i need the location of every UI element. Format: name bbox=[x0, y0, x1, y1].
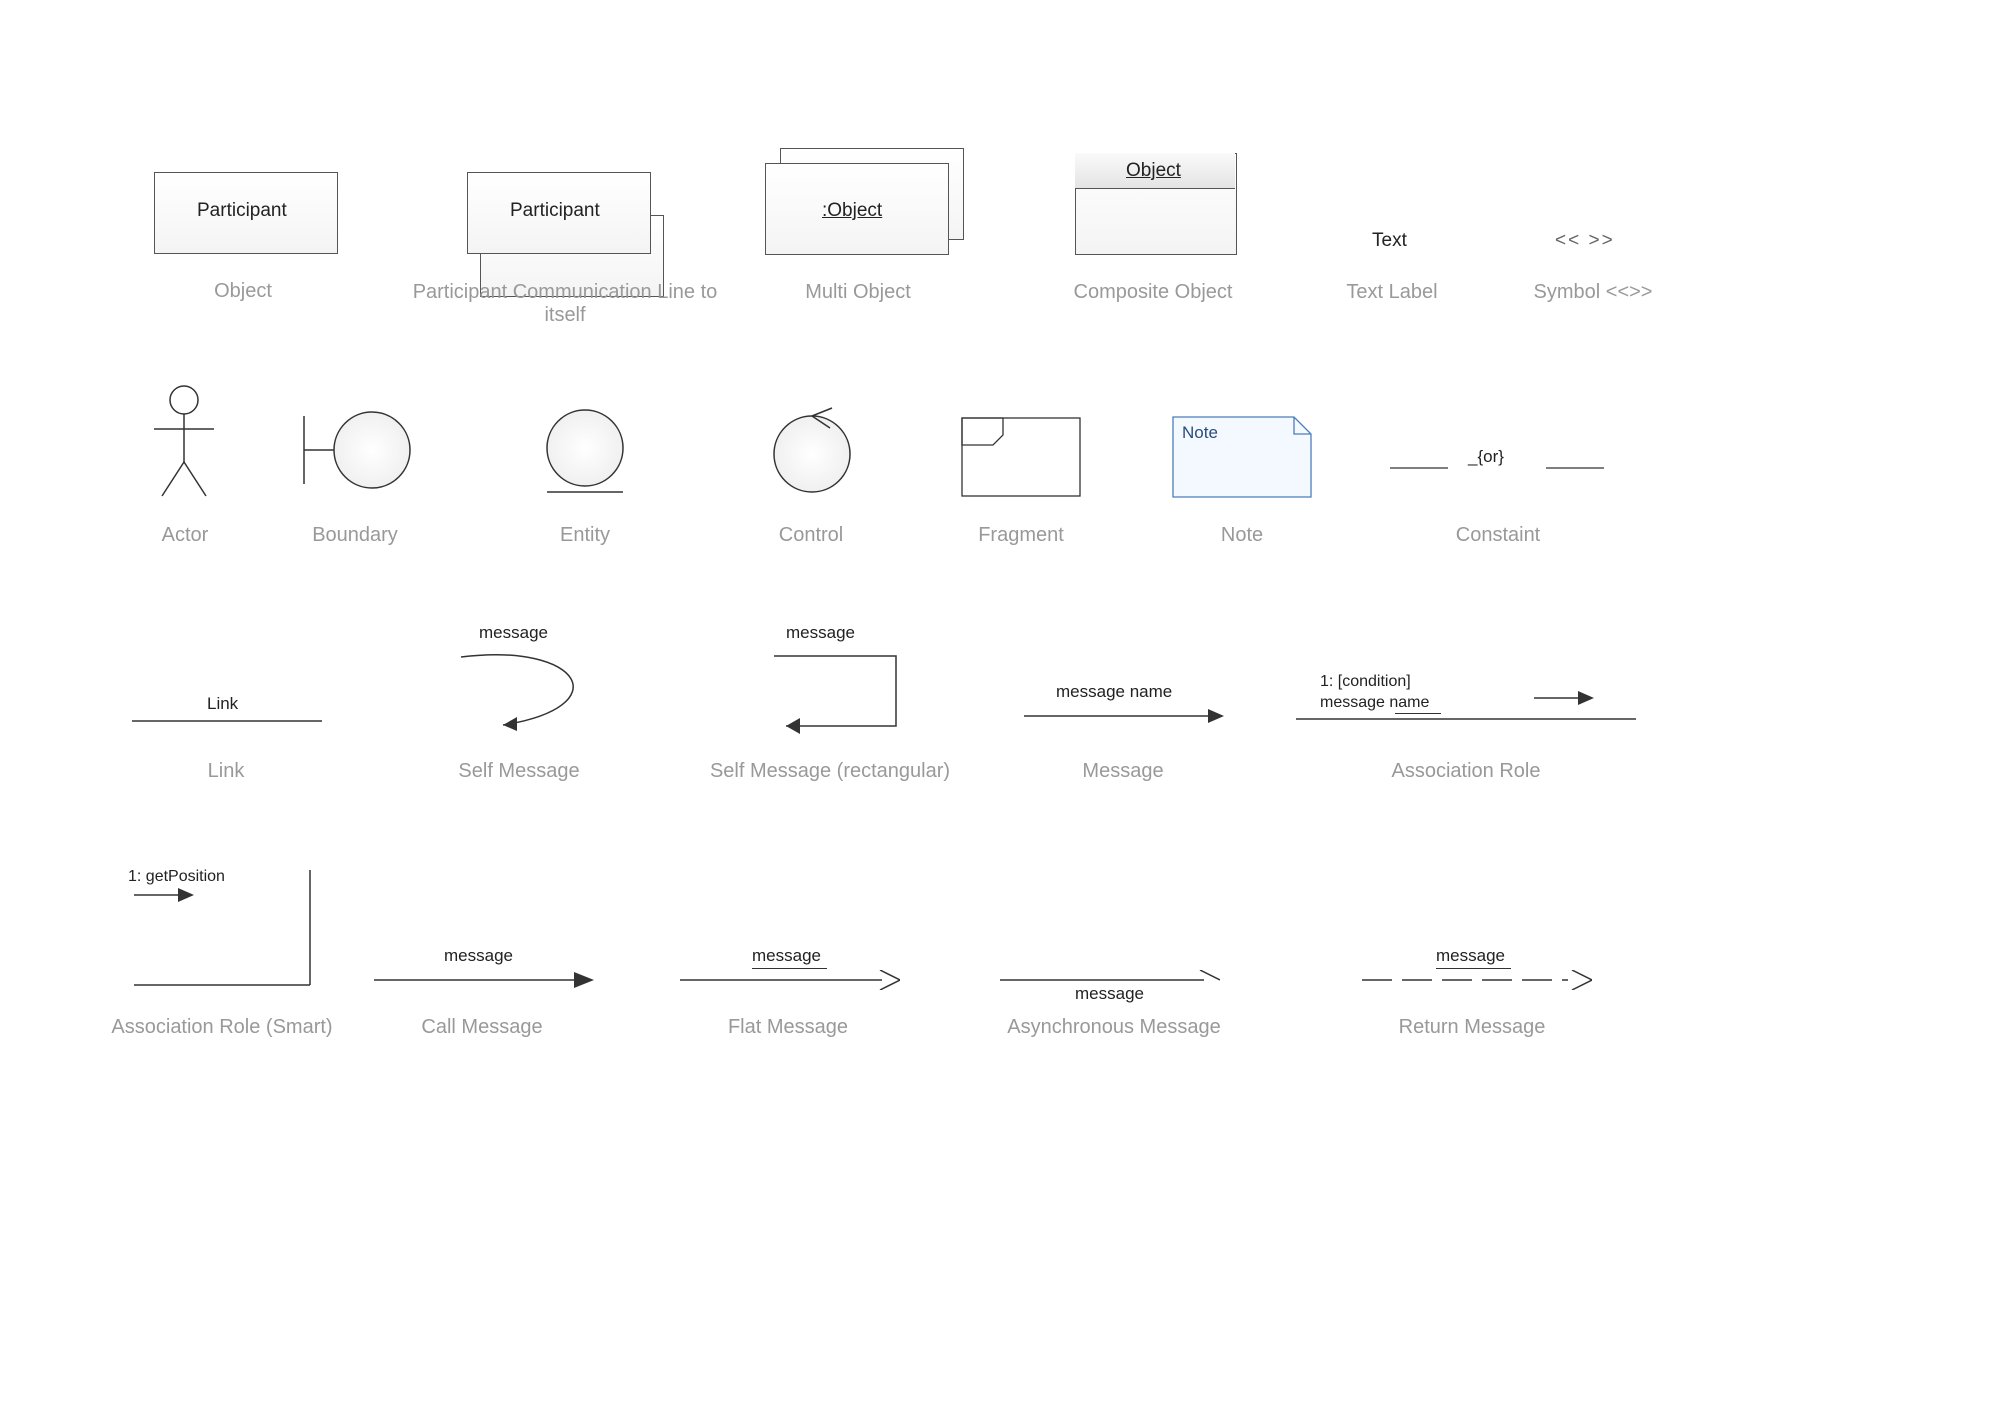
retmsg-text: message bbox=[1436, 946, 1505, 966]
note-text: Note bbox=[1182, 423, 1218, 443]
comp-caption: Composite Object bbox=[1023, 281, 1283, 304]
assocsmart-caption: Association Role (Smart) bbox=[92, 1016, 352, 1039]
message-icon bbox=[1024, 706, 1224, 726]
selfrect-text: message bbox=[786, 623, 855, 643]
assoc-line1: 1: [condition] bbox=[1320, 673, 1411, 691]
symbol-caption: Symbol <<>> bbox=[1463, 281, 1723, 304]
boundary-icon bbox=[296, 406, 416, 496]
constraint-text: _{or} bbox=[1468, 447, 1504, 467]
callmsg-caption: Call Message bbox=[352, 1016, 612, 1039]
assoc-line2: message name bbox=[1320, 694, 1429, 712]
message-text: message name bbox=[1056, 682, 1172, 702]
flatmsg-text: message bbox=[752, 946, 821, 966]
comp-text: Object bbox=[1126, 160, 1181, 182]
assoc-caption: Association Role bbox=[1336, 760, 1596, 783]
flatmsg-caption: Flat Message bbox=[658, 1016, 918, 1039]
retmsg-underline bbox=[1436, 968, 1511, 969]
control-icon bbox=[762, 406, 862, 496]
pcomm-text: Participant bbox=[510, 200, 600, 222]
asyncmsg-text: message bbox=[1075, 984, 1144, 1004]
link-text: Link bbox=[207, 694, 238, 714]
assocsmart-caption-text: Association Role (Smart) bbox=[111, 1016, 332, 1038]
entity-caption: Entity bbox=[455, 524, 715, 547]
object-text: Participant bbox=[197, 200, 287, 222]
multi-text: :Object bbox=[822, 200, 882, 222]
pcomm-caption: Participant Communication Line to itself bbox=[400, 281, 730, 327]
flatmsg-icon bbox=[680, 970, 900, 990]
selfmsg-icon bbox=[443, 647, 613, 737]
assoc-arrow-icon bbox=[1534, 688, 1594, 708]
selfrect-caption-text: Self Message (rectangular) bbox=[710, 760, 950, 782]
selfrect-icon bbox=[756, 648, 906, 738]
assocsmart-icon bbox=[124, 870, 314, 990]
actor-icon bbox=[144, 384, 224, 504]
assocsmart-text: 1: getPosition bbox=[128, 868, 225, 886]
link-caption: Link bbox=[96, 760, 356, 783]
entity-icon bbox=[535, 406, 635, 502]
symbol-text: << >> bbox=[1555, 230, 1615, 252]
link-icon bbox=[132, 718, 322, 724]
pcomm-caption-text: Participant Communication Line to itself bbox=[413, 281, 718, 326]
diagram-canvas: Participant Object Participant Participa… bbox=[0, 0, 2000, 1410]
flatmsg-underline bbox=[752, 968, 827, 969]
assoc-underline bbox=[1395, 713, 1441, 714]
callmsg-text: message bbox=[444, 946, 513, 966]
retmsg-caption: Return Message bbox=[1342, 1016, 1602, 1039]
callmsg-icon bbox=[374, 970, 594, 990]
fragment-icon bbox=[961, 417, 1081, 497]
note-caption: Note bbox=[1112, 524, 1372, 547]
multi-caption: Multi Object bbox=[728, 281, 988, 304]
tlabel-text: Text bbox=[1372, 230, 1407, 252]
selfmsg-text: message bbox=[479, 623, 548, 643]
selfrect-caption: Self Message (rectangular) bbox=[690, 760, 970, 783]
retmsg-icon bbox=[1362, 970, 1592, 990]
asyncmsg-caption: Asynchronous Message bbox=[984, 1016, 1244, 1039]
selfmsg-caption: Self Message bbox=[389, 760, 649, 783]
boundary-caption: Boundary bbox=[225, 524, 485, 547]
constraint-caption: Constaint bbox=[1368, 524, 1628, 547]
object-caption: Object bbox=[113, 280, 373, 303]
assoc-icon bbox=[1296, 716, 1636, 722]
symbol-caption-text: Symbol <<>> bbox=[1534, 281, 1653, 303]
message-caption: Message bbox=[993, 760, 1253, 783]
